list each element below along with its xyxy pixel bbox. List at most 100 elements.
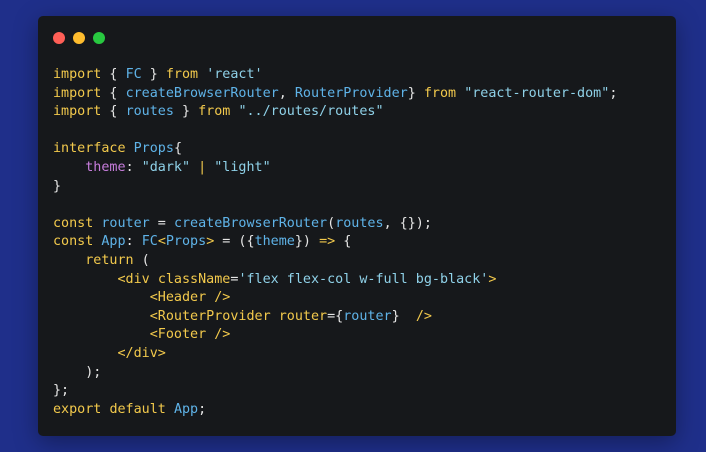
code-token: default [109, 401, 166, 417]
code-token: } [53, 178, 62, 194]
code-token: { [335, 234, 352, 250]
code-token: createBrowserRouter [125, 85, 279, 101]
window-controls [53, 32, 105, 44]
code-token: } [141, 67, 166, 82]
code-token: "../routes/routes" [238, 104, 384, 120]
code-token: { [173, 141, 182, 157]
code-token: </div> [117, 345, 166, 361]
code-token: interface [53, 141, 126, 157]
maximize-dot[interactable] [93, 32, 105, 44]
code-token: "react-router-dom" [464, 85, 610, 101]
code-token: | [198, 159, 207, 175]
code-token: }) [294, 234, 320, 250]
code-token: ( [327, 215, 336, 231]
code-line: <Header /> [53, 289, 617, 308]
code-token: ; [198, 401, 207, 417]
code-line: import { routes } from "../routes/routes… [53, 103, 617, 122]
code-token: : [125, 159, 142, 175]
code-token: => [319, 234, 336, 250]
code-token: router [101, 215, 150, 231]
code-token: import [53, 104, 102, 120]
code-token: : [125, 234, 142, 250]
code-token: <Header /> [149, 290, 231, 306]
code-token: router [278, 308, 328, 324]
code-line: import { FC } from 'react' [53, 66, 617, 85]
code-token: { [101, 104, 126, 120]
minimize-dot[interactable] [73, 32, 85, 44]
code-token: } [391, 308, 416, 324]
code-token: theme [254, 234, 295, 250]
code-token: className [157, 271, 231, 287]
code-token: FC [125, 67, 142, 82]
code-line: } [53, 178, 617, 197]
code-line: interface Props{ [53, 140, 617, 159]
code-token: FC [141, 234, 158, 250]
code-token: { [101, 67, 126, 82]
code-token: } [173, 104, 199, 120]
code-token: /> [415, 308, 432, 324]
code-token: Props [165, 234, 207, 250]
code-line: <RouterProvider router={router} /> [53, 308, 617, 327]
code-line: }; [53, 382, 617, 401]
code-line: </div> [53, 345, 617, 364]
code-line: const router = createBrowserRouter(route… [53, 215, 617, 234]
code-token: , {}); [383, 215, 432, 231]
code-token: = ({ [214, 234, 255, 250]
code-token: }; [53, 383, 70, 399]
code-token: 'flex flex-col w-full bg-black' [238, 271, 489, 287]
code-token: router [343, 308, 392, 324]
code-token: from [165, 67, 199, 82]
code-token: routes [335, 215, 384, 231]
code-line: return ( [53, 252, 617, 271]
code-token: App [101, 234, 126, 250]
code-line: import { createBrowserRouter, RouterProv… [53, 85, 617, 104]
code-line: export default App; [53, 401, 617, 420]
code-token: import [53, 85, 102, 101]
code-token: routes [125, 104, 174, 120]
code-token: const [53, 215, 94, 231]
code-token: App [173, 401, 199, 417]
code-token: < [157, 234, 166, 250]
close-dot[interactable] [53, 32, 65, 44]
code-token: <RouterProvider [149, 308, 271, 324]
code-token: export [53, 401, 102, 417]
code-token: RouterProvider [294, 85, 408, 101]
code-token: <div [117, 271, 150, 287]
code-token: 'react' [206, 67, 263, 82]
code-line: <Footer /> [53, 326, 617, 345]
code-token: "light" [214, 159, 271, 175]
code-token: <Footer /> [149, 327, 231, 343]
code-line: <div className='flex flex-col w-full bg-… [53, 271, 617, 290]
code-token: ; [609, 85, 618, 101]
code-token: from [423, 85, 457, 101]
code-token: = [149, 215, 174, 231]
code-token: ); [53, 364, 102, 380]
code-token: createBrowserRouter [173, 215, 328, 231]
code-token: theme [85, 159, 126, 175]
code-block: import { FC } from 'react' import { creat… [53, 66, 617, 419]
code-token: return [85, 252, 134, 268]
code-token: import [53, 67, 102, 82]
code-token: const [53, 234, 94, 250]
code-token: > [488, 271, 497, 287]
code-token: from [198, 104, 231, 120]
code-token: "dark" [141, 159, 191, 175]
code-token: Props [133, 141, 174, 157]
code-token: , [278, 85, 295, 101]
code-window: import { FC } from 'react' import { creat… [38, 16, 676, 436]
code-token: } [407, 85, 424, 101]
